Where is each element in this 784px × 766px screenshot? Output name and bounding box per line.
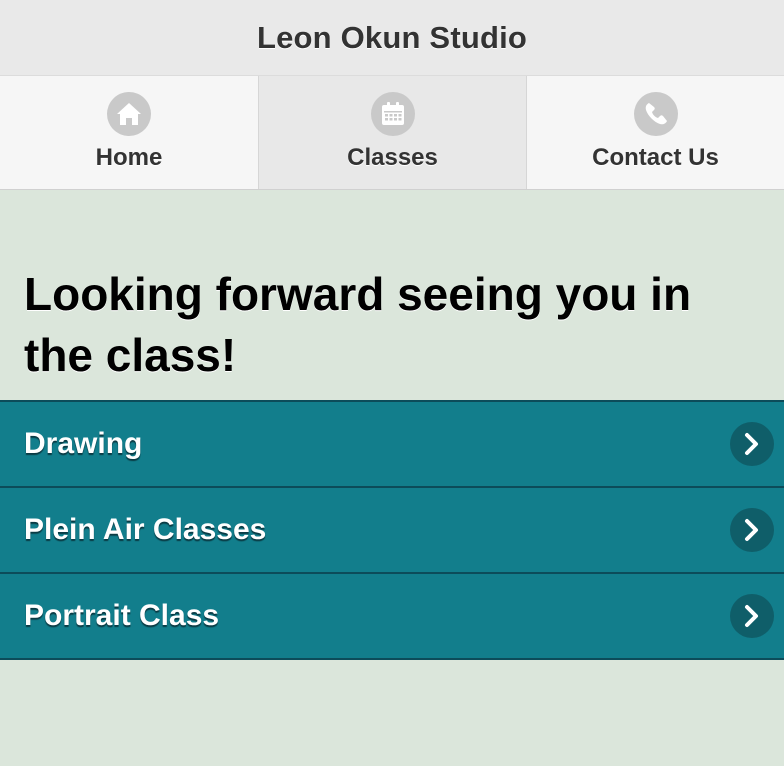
classes-list: Drawing Plein Air Classes Portrait Class: [0, 400, 784, 660]
main-content: Looking forward seeing you in the class!…: [0, 190, 784, 660]
page-heading: Looking forward seeing you in the class!: [24, 268, 692, 381]
chevron-right-icon: [730, 594, 774, 638]
nav-item-home[interactable]: Home: [0, 76, 259, 189]
list-item-label: Portrait Class: [24, 599, 220, 632]
nav-label-home: Home: [95, 144, 163, 171]
nav-label-contact-us: Contact Us: [592, 144, 719, 171]
chevron-right-icon: [730, 422, 774, 466]
list-item-portrait-class[interactable]: Portrait Class: [0, 574, 784, 660]
phone-icon: [633, 92, 678, 136]
list-item-label: Drawing: [24, 427, 143, 460]
app-header: Leon Okun Studio: [0, 0, 784, 76]
nav-item-classes[interactable]: Classes: [259, 76, 527, 189]
chevron-right-icon: [730, 508, 774, 552]
list-item-drawing[interactable]: Drawing: [0, 402, 784, 488]
navbar: Home Classes Contact Us: [0, 76, 784, 190]
calendar-icon: [370, 92, 415, 136]
list-item-label: Plein Air Classes: [24, 513, 267, 546]
home-icon: [107, 92, 151, 136]
nav-label-classes: Classes: [347, 144, 438, 171]
page-title: Leon Okun Studio: [256, 19, 528, 55]
nav-item-contact-us[interactable]: Contact Us: [527, 76, 784, 189]
list-item-plein-air-classes[interactable]: Plein Air Classes: [0, 488, 784, 574]
